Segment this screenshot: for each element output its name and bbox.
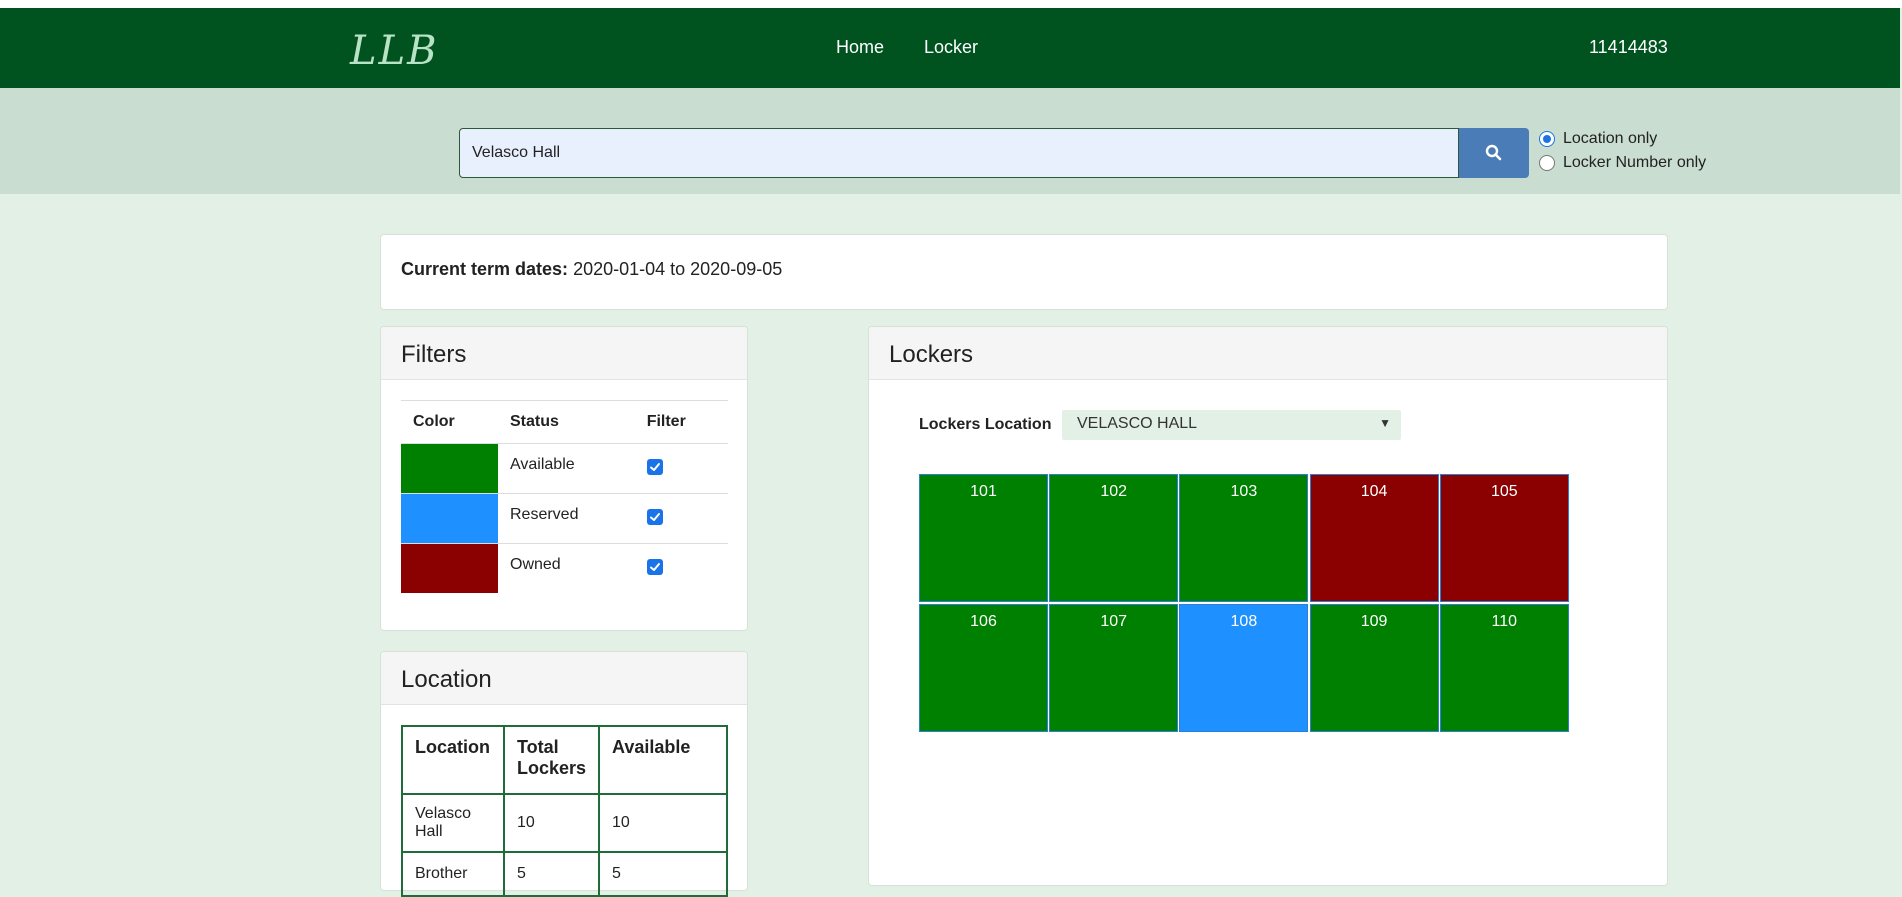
- color-swatch: [401, 444, 498, 493]
- color-swatch-cell: [401, 493, 498, 544]
- filter-row: Available: [401, 443, 728, 494]
- search-bar: Location only Locker Number only: [0, 88, 1900, 194]
- search-icon: [1485, 144, 1502, 161]
- table-row: Brother 5 5: [401, 851, 728, 897]
- nav-locker-link[interactable]: Locker: [924, 37, 978, 58]
- table-cell: 5: [502, 851, 601, 897]
- locker-109[interactable]: 109: [1309, 604, 1439, 732]
- lockers-card: Lockers Lockers Location VELASCO HALL ▼ …: [868, 326, 1668, 886]
- locker-102[interactable]: 102: [1049, 474, 1179, 602]
- check-icon: [649, 563, 660, 571]
- term-value: 2020-01-04 to 2020-09-05: [573, 259, 783, 279]
- locker-104[interactable]: 104: [1309, 474, 1439, 602]
- top-border: [0, 0, 1902, 8]
- user-id[interactable]: 11414483: [1589, 37, 1668, 58]
- locker-107[interactable]: 107: [1049, 604, 1179, 732]
- filter-checkbox-cell: [634, 543, 728, 593]
- locker-105[interactable]: 105: [1439, 474, 1569, 602]
- filters-title: Filters: [381, 327, 747, 380]
- color-swatch-cell: [401, 543, 498, 593]
- filter-checkbox[interactable]: [646, 559, 663, 575]
- locker-grid: 101 102 103 104 105 106 107 108 109 110: [919, 474, 1570, 733]
- term-dates: Current term dates: 2020-01-04 to 2020-0…: [401, 259, 782, 280]
- chevron-down-icon: ▼: [1379, 416, 1391, 430]
- filters-card: Filters Color Status Filter Available Res…: [380, 326, 748, 631]
- lockers-title: Lockers: [869, 327, 1667, 380]
- table-cell: Velasco Hall: [401, 793, 505, 853]
- locker-103[interactable]: 103: [1179, 474, 1309, 602]
- filter-checkbox[interactable]: [646, 459, 663, 475]
- radio-location-only[interactable]: Location only: [1539, 130, 1657, 148]
- location-table: Location Total Lockers Available Velasco…: [401, 725, 728, 897]
- status-label: Reserved: [498, 493, 635, 544]
- search-input[interactable]: [459, 128, 1459, 178]
- select-value: VELASCO HALL: [1077, 415, 1198, 432]
- table-cell: 10: [598, 793, 728, 853]
- column-header: Total Lockers: [502, 725, 601, 795]
- radio-locker-number-only[interactable]: Locker Number only: [1539, 154, 1706, 172]
- filter-row: Owned: [401, 543, 728, 593]
- column-header: Status: [498, 400, 635, 444]
- locker-106[interactable]: 106: [919, 604, 1048, 732]
- navbar: LLB Home Locker 11414483: [0, 8, 1900, 88]
- color-swatch-cell: [401, 443, 498, 494]
- table-cell: 5: [598, 851, 728, 897]
- locker-110[interactable]: 110: [1439, 604, 1569, 732]
- term-label: Current term dates:: [401, 259, 569, 279]
- filter-row: Reserved: [401, 493, 728, 544]
- check-icon: [649, 513, 660, 521]
- radio-button-checked[interactable]: [1539, 131, 1555, 147]
- status-label: Owned: [498, 543, 635, 593]
- table-cell: 10: [502, 793, 601, 853]
- locker-108[interactable]: 108: [1179, 604, 1309, 732]
- lockers-location-label: Lockers Location: [919, 416, 1052, 433]
- term-card: Current term dates: 2020-01-04 to 2020-0…: [380, 234, 1668, 310]
- filters-table: Color Status Filter Available Reserved Own…: [401, 400, 728, 593]
- column-header: Filter: [634, 400, 728, 444]
- location-card: Location Location Total Lockers Availabl…: [380, 651, 748, 897]
- location-title: Location: [381, 652, 747, 705]
- lockers-location-select[interactable]: VELASCO HALL ▼: [1062, 410, 1401, 440]
- radio-button[interactable]: [1539, 155, 1555, 171]
- filter-checkbox-cell: [634, 493, 728, 544]
- color-swatch: [401, 494, 498, 543]
- radio-label: Location only: [1563, 130, 1658, 147]
- filter-checkbox-cell: [634, 443, 728, 494]
- column-header: Available: [598, 725, 728, 795]
- table-row: Velasco Hall 10 10: [401, 793, 728, 853]
- locker-101[interactable]: 101: [919, 474, 1048, 602]
- search-button[interactable]: [1459, 128, 1529, 178]
- nav-home-link[interactable]: Home: [836, 37, 884, 58]
- filter-checkbox[interactable]: [646, 509, 663, 525]
- color-swatch: [401, 544, 498, 593]
- logo[interactable]: LLB: [350, 28, 439, 74]
- check-icon: [649, 463, 660, 471]
- column-header: Color: [401, 400, 498, 444]
- status-label: Available: [498, 443, 635, 494]
- column-header: Location: [401, 725, 505, 795]
- radio-label: Locker Number only: [1563, 154, 1707, 171]
- table-cell: Brother: [401, 851, 505, 897]
